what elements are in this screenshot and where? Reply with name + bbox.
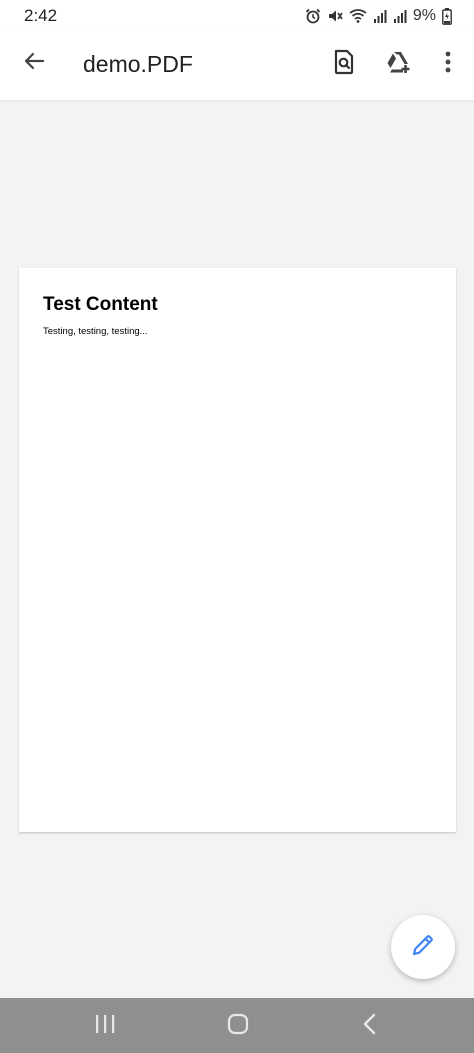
find-in-page-button[interactable] [322,42,366,86]
recents-icon [94,1014,116,1039]
screen: 2:42 9% demo.PDF Test Content Testing, t… [0,0,474,1053]
status-time: 2:42 [24,6,58,25]
back-button[interactable] [14,43,54,83]
document-heading: Test Content [43,294,158,315]
recents-button[interactable] [75,1006,135,1046]
pencil-icon [411,933,435,962]
system-navigation-bar [0,998,474,1053]
battery-percent: 9% [412,7,436,24]
find-in-page-icon [333,49,355,80]
home-icon [227,1013,249,1040]
app-bar: demo.PDF [0,32,474,100]
mute-icon [327,8,343,24]
signal-icon [393,9,407,23]
back-chevron-icon [362,1013,378,1040]
edit-fab-button[interactable] [391,915,455,979]
more-vert-icon [445,51,451,78]
document-title: demo.PDF [83,51,193,77]
add-to-drive-icon [386,50,414,79]
arrow-left-icon [23,50,45,77]
status-bar: 2:42 9% [0,0,474,32]
add-to-drive-button[interactable] [378,42,422,86]
battery-charging-icon [442,7,452,25]
status-icons: 9% [305,7,452,25]
more-options-button[interactable] [426,42,470,86]
signal-icon [373,9,387,23]
wifi-icon [349,8,367,24]
system-back-button[interactable] [340,1006,400,1046]
home-button[interactable] [208,1006,268,1046]
pdf-page[interactable]: Test Content Testing, testing, testing..… [19,268,456,832]
document-body-text: Testing, testing, testing... [43,326,148,337]
alarm-icon [305,8,321,24]
